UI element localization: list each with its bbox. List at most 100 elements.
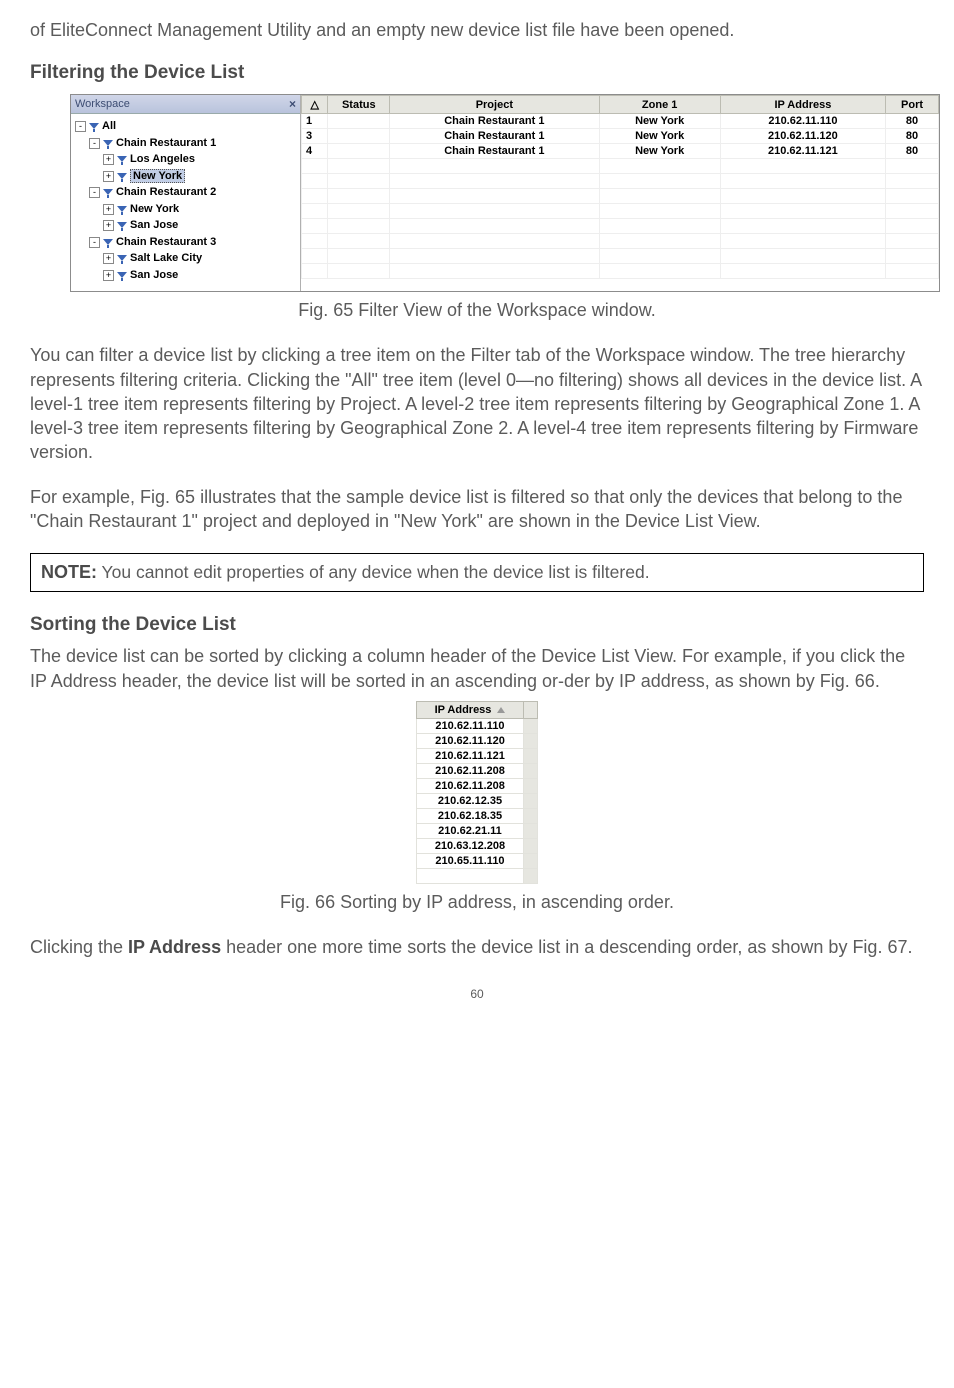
cell-ip: 210.62.11.120 — [416, 733, 524, 748]
list-item[interactable]: 210.62.12.35 — [416, 793, 538, 808]
note-label: NOTE: — [41, 562, 97, 582]
tree-slc[interactable]: + Salt Lake City — [75, 250, 298, 267]
expand-icon[interactable]: + — [103, 204, 114, 215]
list-item[interactable]: 210.62.11.208 — [416, 778, 538, 793]
cell-ip: 210.62.11.208 — [416, 778, 524, 793]
workspace-title-text: Workspace — [75, 98, 130, 110]
col-project[interactable]: Project — [390, 96, 599, 114]
tree-cr3[interactable]: - Chain Restaurant 3 — [75, 234, 298, 251]
col-blank — [524, 701, 538, 718]
cell-ip: 210.63.12.208 — [416, 838, 524, 853]
col-ip-address[interactable]: IP Address — [416, 701, 524, 718]
close-icon[interactable]: × — [289, 97, 296, 111]
cell-ip: 210.62.21.11 — [416, 823, 524, 838]
cell-status — [328, 129, 390, 144]
tree-label: San Jose — [130, 219, 178, 231]
page-number: 60 — [30, 987, 924, 1001]
device-list-table: △ Status Project Zone 1 IP Address Port … — [301, 95, 939, 279]
tree-label: Chain Restaurant 1 — [116, 137, 216, 149]
cell-status — [328, 144, 390, 159]
cell-project: Chain Restaurant 1 — [390, 129, 599, 144]
table-row — [302, 234, 939, 249]
expand-icon[interactable]: + — [103, 270, 114, 281]
tree-label: Salt Lake City — [130, 252, 202, 264]
cell-project: Chain Restaurant 1 — [390, 144, 599, 159]
expand-icon[interactable]: + — [103, 220, 114, 231]
paragraph-click-again: Clicking the IP Address header one more … — [30, 935, 924, 959]
list-item[interactable]: 210.62.11.110 — [416, 718, 538, 733]
cell-num: 1 — [302, 114, 328, 129]
col-ip-label: IP Address — [435, 704, 492, 716]
fig65-caption: Fig. 65 Filter View of the Workspace win… — [30, 300, 924, 321]
list-item[interactable]: 210.62.18.35 — [416, 808, 538, 823]
list-item[interactable]: 210.62.11.121 — [416, 748, 538, 763]
cell-zone: New York — [599, 129, 720, 144]
paragraph-sorting-intro: The device list can be sorted by clickin… — [30, 644, 924, 693]
col-zone1[interactable]: Zone 1 — [599, 96, 720, 114]
expand-icon[interactable]: - — [89, 237, 100, 248]
list-item[interactable]: 210.63.12.208 — [416, 838, 538, 853]
heading-filtering: Filtering the Device List — [30, 62, 924, 84]
funnel-icon — [117, 173, 127, 179]
tree-label: New York — [130, 203, 179, 215]
paragraph-filter-example: For example, Fig. 65 illustrates that th… — [30, 485, 924, 534]
expand-icon[interactable]: - — [75, 121, 86, 132]
fig65-screenshot: Workspace × -All -Chain Restaurant 1 +Lo… — [70, 94, 940, 292]
tree-cr1[interactable]: - Chain Restaurant 1 — [75, 135, 298, 152]
tree-la[interactable]: +Los Angeles — [75, 151, 298, 168]
expand-icon[interactable]: - — [89, 138, 100, 149]
table-row — [302, 249, 939, 264]
cell-ip: 210.62.11.121 — [720, 144, 885, 159]
cell-port: 80 — [886, 129, 939, 144]
expand-icon[interactable]: + — [103, 171, 114, 182]
tree-cr2[interactable]: -Chain Restaurant 2 — [75, 184, 298, 201]
workspace-titlebar: Workspace × — [71, 95, 300, 114]
col-sort[interactable]: △ — [302, 96, 328, 114]
list-item[interactable]: 210.62.11.120 — [416, 733, 538, 748]
cell-ip: 210.65.11.110 — [416, 853, 524, 868]
funnel-icon — [103, 239, 113, 245]
list-item[interactable]: 210.65.11.110 — [416, 853, 538, 868]
cell-ip: 210.62.12.35 — [416, 793, 524, 808]
expand-icon[interactable]: - — [89, 187, 100, 198]
tree-sj2[interactable]: +San Jose — [75, 267, 298, 284]
table-row[interactable]: 4 Chain Restaurant 1 New York 210.62.11.… — [302, 144, 939, 159]
cell-ip: 210.62.11.110 — [720, 114, 885, 129]
note-box: NOTE: You cannot edit properties of any … — [30, 553, 924, 592]
table-row — [302, 264, 939, 279]
cell-zone: New York — [599, 144, 720, 159]
funnel-icon — [117, 206, 127, 212]
workspace-panel: Workspace × -All -Chain Restaurant 1 +Lo… — [71, 95, 301, 291]
table-row[interactable]: 1 Chain Restaurant 1 New York 210.62.11.… — [302, 114, 939, 129]
funnel-icon — [103, 189, 113, 195]
col-port[interactable]: Port — [886, 96, 939, 114]
cell-num: 3 — [302, 129, 328, 144]
table-row — [302, 174, 939, 189]
list-item[interactable]: 210.62.21.11 — [416, 823, 538, 838]
cell-zone: New York — [599, 114, 720, 129]
tree-ny2[interactable]: + New York — [75, 201, 298, 218]
col-status[interactable]: Status — [328, 96, 390, 114]
funnel-icon — [117, 222, 127, 228]
device-list-pane: △ Status Project Zone 1 IP Address Port … — [301, 95, 939, 291]
table-row[interactable]: 3 Chain Restaurant 1 New York 210.62.11.… — [302, 129, 939, 144]
expand-icon[interactable]: + — [103, 154, 114, 165]
table-row — [302, 204, 939, 219]
table-row — [302, 159, 939, 174]
sort-ascending-icon — [497, 707, 505, 713]
funnel-icon — [117, 272, 127, 278]
cell-port: 80 — [886, 114, 939, 129]
cell-project: Chain Restaurant 1 — [390, 114, 599, 129]
cell-ip: 210.62.11.120 — [720, 129, 885, 144]
paragraph-filter-explain: You can filter a device list by clicking… — [30, 343, 924, 464]
col-ip[interactable]: IP Address — [720, 96, 885, 114]
tree-label: All — [102, 120, 116, 132]
tree-all[interactable]: - All — [75, 118, 298, 135]
intro-paragraph: of EliteConnect Management Utility and a… — [30, 18, 924, 42]
tree-sj[interactable]: + San Jose — [75, 217, 298, 234]
expand-icon[interactable]: + — [103, 253, 114, 264]
list-item[interactable]: 210.62.11.208 — [416, 763, 538, 778]
tree-label: Chain Restaurant 3 — [116, 236, 216, 248]
tree-ny-selected[interactable]: +New York — [75, 168, 298, 185]
cell-ip — [416, 868, 524, 883]
